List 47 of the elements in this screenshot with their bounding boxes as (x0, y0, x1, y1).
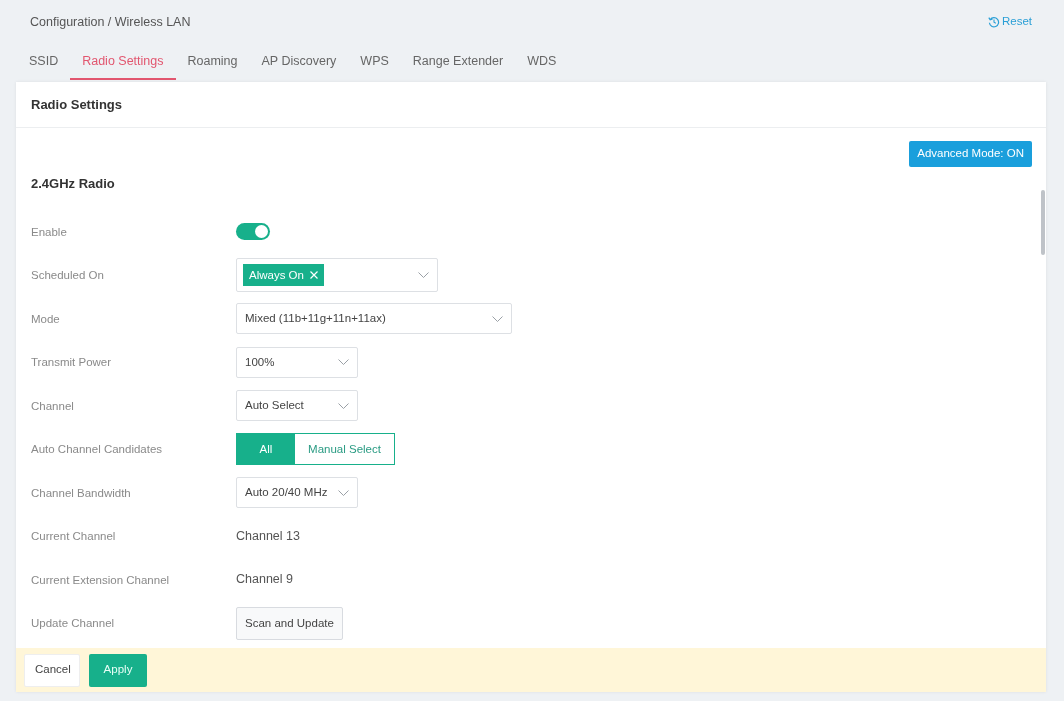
segment-button[interactable]: All (237, 434, 295, 465)
select-value: 100% (245, 354, 276, 370)
field-label: Current Extension Channel (31, 573, 170, 586)
advanced-mode-button[interactable]: Advanced Mode: ON (909, 141, 1032, 167)
tab[interactable]: SSID (17, 44, 71, 80)
field-label: Mode (31, 312, 60, 325)
reset-link[interactable]: Reset (987, 13, 1032, 31)
field-value: Channel 13 (236, 527, 300, 545)
chevron-down-icon (338, 359, 349, 366)
cancel-button[interactable]: Cancel (24, 653, 80, 687)
chevron-down-icon (338, 489, 349, 496)
select-field[interactable]: Auto 20/40 MHz (236, 477, 358, 509)
tab[interactable]: Radio Settings (70, 44, 176, 80)
field-label: Channel Bandwidth (31, 486, 131, 499)
field-value: Channel 9 (236, 571, 293, 589)
chevron-down-icon (418, 272, 429, 279)
field-label: Channel (31, 399, 74, 412)
field-label: Scheduled On (31, 269, 104, 282)
field-label: Auto Channel Candidates (31, 443, 163, 456)
breadcrumb: Configuration / Wireless LAN (30, 13, 191, 31)
tab[interactable]: AP Discovery (249, 44, 349, 80)
panel-title: Radio Settings (31, 95, 122, 114)
scan-button[interactable]: Scan and Update (236, 606, 343, 640)
close-icon[interactable] (309, 271, 318, 280)
select-field[interactable]: Auto Select (236, 390, 358, 422)
tab[interactable]: WPS (348, 44, 401, 80)
chevron-down-icon (338, 402, 349, 409)
tag-select[interactable]: Always On (236, 258, 438, 293)
tab[interactable]: Range Extender (400, 44, 516, 80)
select-field[interactable]: Mixed (11b+11g+11n+11ax) (236, 303, 512, 335)
select-value: Auto 20/40 MHz (245, 485, 329, 501)
section-title: 2.4GHz Radio (31, 175, 115, 193)
tab[interactable]: WDS (515, 44, 569, 80)
field-label: Transmit Power (31, 356, 112, 369)
tab[interactable]: Roaming (175, 44, 250, 80)
field-label: Enable (31, 225, 67, 238)
field-label: Update Channel (31, 617, 115, 630)
chevron-down-icon (492, 315, 503, 322)
scrollbar-thumb[interactable] (1041, 190, 1045, 255)
field-label: Current Channel (31, 530, 116, 543)
select-field[interactable]: 100% (236, 346, 358, 378)
circular-arrow-icon (987, 16, 1000, 28)
toggle-switch[interactable] (236, 223, 270, 241)
select-value: Mixed (11b+11g+11n+11ax) (245, 311, 387, 327)
apply-button[interactable]: Apply (89, 653, 147, 687)
select-value: Auto Select (245, 398, 305, 414)
tag-label: Always On (249, 267, 304, 283)
